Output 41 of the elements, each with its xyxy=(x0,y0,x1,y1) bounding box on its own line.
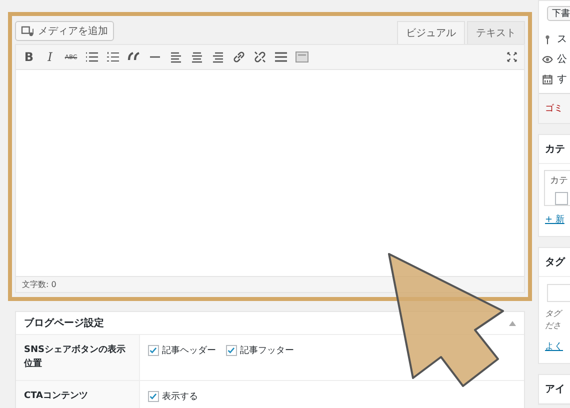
align-left-icon[interactable] xyxy=(169,50,183,64)
read-more-icon[interactable] xyxy=(274,50,288,64)
add-category-link[interactable]: + 新 xyxy=(539,209,570,236)
media-icon xyxy=(21,26,34,36)
fullscreen-icon[interactable] xyxy=(506,51,518,63)
trash-link[interactable]: ゴミ xyxy=(539,93,570,123)
checkbox[interactable] xyxy=(148,391,159,402)
editor-tab[interactable]: ビジュアル xyxy=(397,21,465,44)
popular-tags-link[interactable]: よく xyxy=(539,332,570,363)
align-center-icon[interactable] xyxy=(190,50,204,64)
bold-button[interactable]: B xyxy=(22,50,36,64)
eye-icon[interactable] xyxy=(542,54,553,64)
publish-setting: ス xyxy=(557,33,567,46)
checkbox-label: 記事フッター xyxy=(240,344,294,357)
panel-title: アイ xyxy=(539,375,570,404)
tag-hint: タグ xyxy=(544,308,564,320)
category-tab[interactable]: カテ xyxy=(544,170,570,206)
numbered-list-icon[interactable] xyxy=(106,50,120,64)
checkbox-label: 記事ヘッダー xyxy=(162,344,216,357)
align-right-icon[interactable] xyxy=(211,50,225,64)
italic-button[interactable]: I xyxy=(43,50,57,64)
bulleted-list-icon[interactable] xyxy=(85,50,99,64)
checkbox-label: 表示する xyxy=(162,390,198,403)
calendar-icon[interactable] xyxy=(542,74,553,84)
publish-setting: 公 xyxy=(557,53,567,66)
link-icon[interactable] xyxy=(232,50,246,64)
category-checkbox[interactable] xyxy=(555,192,568,205)
checkbox[interactable] xyxy=(226,345,237,356)
setting-label: CTAコンテンツ xyxy=(16,381,140,408)
editor-tab[interactable]: テキスト xyxy=(467,21,525,44)
unlink-icon[interactable] xyxy=(253,50,267,64)
setting-label: SNSシェアボタンの表示位置 xyxy=(16,335,140,380)
panel-title: タグ xyxy=(539,248,570,277)
panel-title: カテ xyxy=(539,135,570,164)
save-draft-button[interactable]: 下書 xyxy=(547,6,570,21)
toolbar-toggle-icon[interactable] xyxy=(295,50,309,64)
checkbox[interactable] xyxy=(148,345,159,356)
tag-hint: ださ xyxy=(544,320,562,332)
panel-title: ブログページ設定 xyxy=(24,316,104,330)
add-media-button[interactable]: メディアを追加 xyxy=(15,21,114,41)
publish-setting: す xyxy=(557,73,567,86)
